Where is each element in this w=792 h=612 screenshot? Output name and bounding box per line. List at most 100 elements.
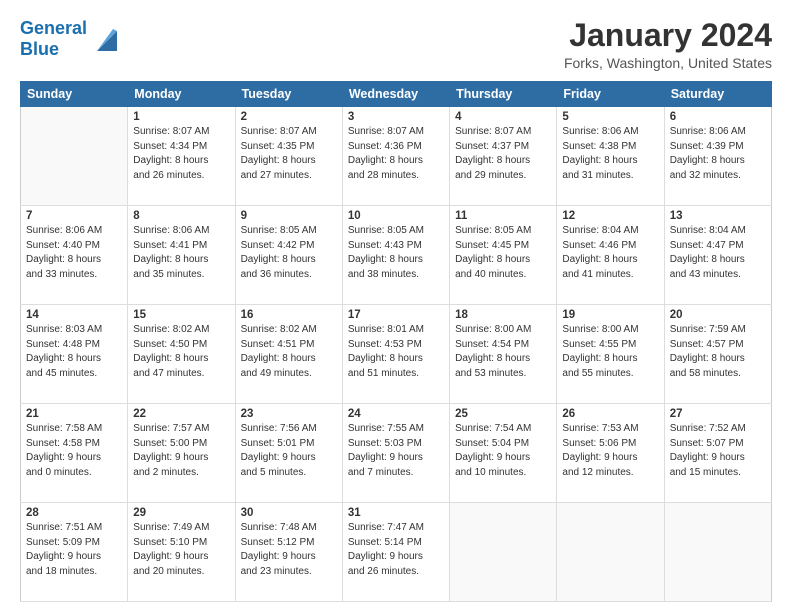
- calendar-cell: 26 Sunrise: 7:53 AM Sunset: 5:06 PM Dayli…: [557, 404, 664, 503]
- page: General Blue January 2024 Forks, Washing…: [0, 0, 792, 612]
- day-number: 7: [26, 210, 122, 222]
- day-info: Sunrise: 8:01 AM Sunset: 4:53 PM Dayligh…: [348, 323, 444, 381]
- calendar-cell: 22 Sunrise: 7:57 AM Sunset: 5:00 PM Dayli…: [128, 404, 235, 503]
- day-number: 22: [133, 408, 229, 420]
- calendar-cell: 8Sunrise: 8:06 AM Sunset: 4:41 PM Daylig…: [128, 206, 235, 305]
- calendar-cell: [21, 107, 128, 206]
- day-number: 10: [348, 210, 444, 222]
- logo-line1: General: [20, 18, 87, 39]
- day-number: 25: [455, 408, 551, 420]
- day-number: 4: [455, 111, 551, 123]
- calendar-cell: [664, 503, 771, 602]
- calendar-cell: 11Sunrise: 8:05 AM Sunset: 4:45 PM Dayli…: [450, 206, 557, 305]
- calendar-week-0: 1 Sunrise: 8:07 AM Sunset: 4:34 PM Daylig…: [21, 107, 772, 206]
- calendar-cell: 13Sunrise: 8:04 AM Sunset: 4:47 PM Dayli…: [664, 206, 771, 305]
- day-number: 18: [455, 309, 551, 321]
- calendar-cell: 6 Sunrise: 8:06 AM Sunset: 4:39 PM Daylig…: [664, 107, 771, 206]
- calendar-table: SundayMondayTuesdayWednesdayThursdayFrid…: [20, 81, 772, 602]
- calendar-cell: 23Sunrise: 7:56 AM Sunset: 5:01 PM Dayli…: [235, 404, 342, 503]
- calendar-cell: 27 Sunrise: 7:52 AM Sunset: 5:07 PM Dayli…: [664, 404, 771, 503]
- day-number: 8: [133, 210, 229, 222]
- calendar-cell: 20Sunrise: 7:59 AM Sunset: 4:57 PM Dayli…: [664, 305, 771, 404]
- day-number: 16: [241, 309, 337, 321]
- day-header-wednesday: Wednesday: [342, 82, 449, 107]
- calendar-cell: 3 Sunrise: 8:07 AM Sunset: 4:36 PM Daylig…: [342, 107, 449, 206]
- day-info: Sunrise: 7:47 AM Sunset: 5:14 PM Dayligh…: [348, 521, 444, 579]
- day-number: 14: [26, 309, 122, 321]
- calendar-cell: 16 Sunrise: 8:02 AM Sunset: 4:51 PM Dayli…: [235, 305, 342, 404]
- day-number: 30: [241, 507, 337, 519]
- logo-icon: [89, 23, 121, 55]
- subtitle: Forks, Washington, United States: [564, 55, 772, 71]
- day-info: Sunrise: 8:06 AM Sunset: 4:39 PM Dayligh…: [670, 125, 766, 183]
- day-info: Sunrise: 8:04 AM Sunset: 4:46 PM Dayligh…: [562, 224, 658, 282]
- day-number: 27: [670, 408, 766, 420]
- calendar-cell: 30 Sunrise: 7:48 AM Sunset: 5:12 PM Dayli…: [235, 503, 342, 602]
- calendar-cell: 7Sunrise: 8:06 AM Sunset: 4:40 PM Daylig…: [21, 206, 128, 305]
- logo-line2: Blue: [20, 39, 87, 60]
- calendar-cell: 19 Sunrise: 8:00 AM Sunset: 4:55 PM Dayli…: [557, 305, 664, 404]
- day-info: Sunrise: 8:00 AM Sunset: 4:55 PM Dayligh…: [562, 323, 658, 381]
- day-header-sunday: Sunday: [21, 82, 128, 107]
- day-info: Sunrise: 8:07 AM Sunset: 4:35 PM Dayligh…: [241, 125, 337, 183]
- day-info: Sunrise: 7:53 AM Sunset: 5:06 PM Dayligh…: [562, 422, 658, 480]
- day-number: 29: [133, 507, 229, 519]
- day-number: 19: [562, 309, 658, 321]
- day-header-thursday: Thursday: [450, 82, 557, 107]
- day-info: Sunrise: 8:05 AM Sunset: 4:42 PM Dayligh…: [241, 224, 337, 282]
- day-number: 9: [241, 210, 337, 222]
- calendar-cell: 4 Sunrise: 8:07 AM Sunset: 4:37 PM Daylig…: [450, 107, 557, 206]
- calendar-cell: 25Sunrise: 7:54 AM Sunset: 5:04 PM Dayli…: [450, 404, 557, 503]
- calendar-week-3: 21 Sunrise: 7:58 AM Sunset: 4:58 PM Dayli…: [21, 404, 772, 503]
- calendar-cell: 21 Sunrise: 7:58 AM Sunset: 4:58 PM Dayli…: [21, 404, 128, 503]
- day-number: 12: [562, 210, 658, 222]
- day-info: Sunrise: 7:57 AM Sunset: 5:00 PM Dayligh…: [133, 422, 229, 480]
- day-number: 3: [348, 111, 444, 123]
- calendar-cell: [557, 503, 664, 602]
- calendar-cell: 24Sunrise: 7:55 AM Sunset: 5:03 PM Dayli…: [342, 404, 449, 503]
- day-number: 21: [26, 408, 122, 420]
- calendar-cell: 5Sunrise: 8:06 AM Sunset: 4:38 PM Daylig…: [557, 107, 664, 206]
- day-number: 1: [133, 111, 229, 123]
- day-number: 31: [348, 507, 444, 519]
- day-info: Sunrise: 8:06 AM Sunset: 4:38 PM Dayligh…: [562, 125, 658, 183]
- day-header-monday: Monday: [128, 82, 235, 107]
- day-header-tuesday: Tuesday: [235, 82, 342, 107]
- day-number: 17: [348, 309, 444, 321]
- calendar-cell: 14 Sunrise: 8:03 AM Sunset: 4:48 PM Dayli…: [21, 305, 128, 404]
- calendar-cell: 1 Sunrise: 8:07 AM Sunset: 4:34 PM Daylig…: [128, 107, 235, 206]
- day-number: 20: [670, 309, 766, 321]
- day-header-friday: Friday: [557, 82, 664, 107]
- day-number: 26: [562, 408, 658, 420]
- day-info: Sunrise: 7:52 AM Sunset: 5:07 PM Dayligh…: [670, 422, 766, 480]
- day-header-saturday: Saturday: [664, 82, 771, 107]
- day-info: Sunrise: 7:55 AM Sunset: 5:03 PM Dayligh…: [348, 422, 444, 480]
- day-info: Sunrise: 7:48 AM Sunset: 5:12 PM Dayligh…: [241, 521, 337, 579]
- day-number: 13: [670, 210, 766, 222]
- calendar-week-2: 14 Sunrise: 8:03 AM Sunset: 4:48 PM Dayli…: [21, 305, 772, 404]
- title-block: January 2024 Forks, Washington, United S…: [564, 18, 772, 71]
- day-info: Sunrise: 7:51 AM Sunset: 5:09 PM Dayligh…: [26, 521, 122, 579]
- calendar-cell: 2Sunrise: 8:07 AM Sunset: 4:35 PM Daylig…: [235, 107, 342, 206]
- day-info: Sunrise: 7:56 AM Sunset: 5:01 PM Dayligh…: [241, 422, 337, 480]
- day-info: Sunrise: 7:58 AM Sunset: 4:58 PM Dayligh…: [26, 422, 122, 480]
- calendar-cell: 12 Sunrise: 8:04 AM Sunset: 4:46 PM Dayli…: [557, 206, 664, 305]
- calendar-cell: 9 Sunrise: 8:05 AM Sunset: 4:42 PM Daylig…: [235, 206, 342, 305]
- day-info: Sunrise: 8:07 AM Sunset: 4:34 PM Dayligh…: [133, 125, 229, 183]
- calendar-week-4: 28 Sunrise: 7:51 AM Sunset: 5:09 PM Dayli…: [21, 503, 772, 602]
- day-info: Sunrise: 8:07 AM Sunset: 4:36 PM Dayligh…: [348, 125, 444, 183]
- day-number: 28: [26, 507, 122, 519]
- calendar-cell: 17 Sunrise: 8:01 AM Sunset: 4:53 PM Dayli…: [342, 305, 449, 404]
- calendar-cell: 28 Sunrise: 7:51 AM Sunset: 5:09 PM Dayli…: [21, 503, 128, 602]
- day-info: Sunrise: 8:02 AM Sunset: 4:50 PM Dayligh…: [133, 323, 229, 381]
- main-title: January 2024: [564, 18, 772, 53]
- calendar-header-row: SundayMondayTuesdayWednesdayThursdayFrid…: [21, 82, 772, 107]
- day-info: Sunrise: 8:03 AM Sunset: 4:48 PM Dayligh…: [26, 323, 122, 381]
- day-info: Sunrise: 8:07 AM Sunset: 4:37 PM Dayligh…: [455, 125, 551, 183]
- calendar-cell: 29Sunrise: 7:49 AM Sunset: 5:10 PM Dayli…: [128, 503, 235, 602]
- day-number: 6: [670, 111, 766, 123]
- calendar-cell: 18 Sunrise: 8:00 AM Sunset: 4:54 PM Dayli…: [450, 305, 557, 404]
- day-info: Sunrise: 8:00 AM Sunset: 4:54 PM Dayligh…: [455, 323, 551, 381]
- day-info: Sunrise: 8:02 AM Sunset: 4:51 PM Dayligh…: [241, 323, 337, 381]
- calendar-cell: [450, 503, 557, 602]
